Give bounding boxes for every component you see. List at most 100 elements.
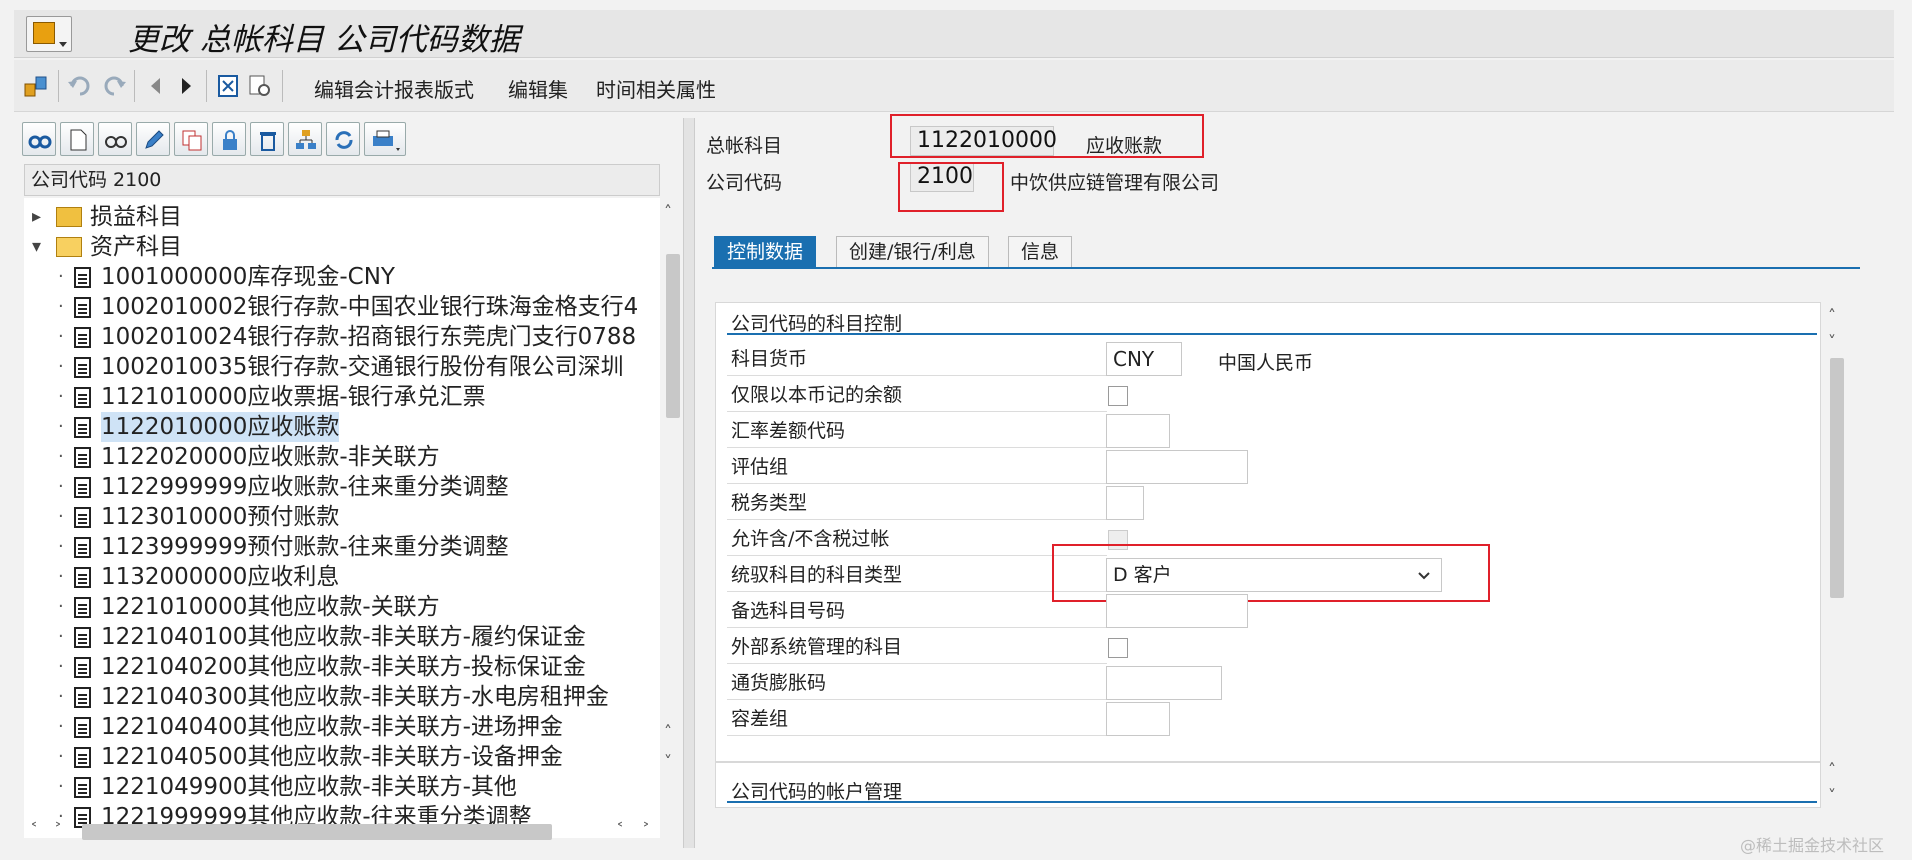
hierarchy-icon[interactable] [288,122,322,156]
tree-account-label: 1221040300其他应收款-非关联方-水电房租押金 [101,684,609,710]
create-icon[interactable] [60,122,94,156]
tree-account-row[interactable]: · 1002010035银行存款-交通银行股份有限公司深圳 [24,352,660,382]
tree-folder-label: 资产科目 [90,234,182,260]
exchange-rate-diff-field[interactable] [1106,414,1170,448]
redo-icon[interactable] [100,72,128,100]
tab-create-bank-interest[interactable]: 创建/银行/利息 [836,236,989,268]
tree-account-row[interactable]: · 1123010000预付账款 [24,502,660,532]
tree-account-row[interactable]: · 1221010000其他应收款-关联方 [24,592,660,622]
chevron-up-icon[interactable]: ˄ [664,202,672,221]
tree-account-row[interactable]: · 1221040400其他应收款-非关联方-进场押金 [24,712,660,742]
tree-connector: · [58,686,64,707]
tree-account-row[interactable]: · 1122010000应收账款 [24,412,660,442]
tree-account-row[interactable]: · 1132000000应收利息 [24,562,660,592]
external-system-checkbox[interactable] [1108,638,1128,658]
tree-account-row[interactable]: · 1122020000应收账款-非关联方 [24,442,660,472]
chevron-down-icon[interactable]: ˅ [1828,332,1836,351]
tab-control-data[interactable]: 控制数据 [714,236,817,268]
local-currency-only-checkbox[interactable] [1108,386,1128,406]
chevron-up-icon[interactable]: ˄ [1828,760,1836,779]
external-system-label: 外部系统管理的科目 [727,630,1107,664]
chevron-right-icon[interactable]: ˃ [54,820,62,839]
tree-account-row[interactable]: · 1221040300其他应收款-非关联方-水电房租押金 [24,682,660,712]
chevron-up-icon[interactable]: ˄ [664,722,672,741]
chevron-down-icon[interactable]: ▾ [32,232,41,262]
document-icon [74,747,91,768]
tree-connector: · [58,476,64,497]
tree-connector: · [58,716,64,737]
chevron-left-icon[interactable]: ˂ [30,820,38,839]
alternative-account-label: 备选科目号码 [727,594,1107,628]
next-icon[interactable] [172,72,200,100]
menu-edit-set[interactable]: 编辑集 [508,74,568,103]
chevron-down-icon[interactable]: ˅ [664,752,672,771]
page-title: 更改 总帐科目 公司代码数据 [128,22,520,58]
find-icon[interactable] [22,122,56,156]
menu-time-dependent[interactable]: 时间相关属性 [596,74,716,103]
inflation-key-field[interactable] [1106,666,1222,700]
company-code-label: 公司代码 [706,172,783,194]
refresh-icon[interactable] [326,122,360,156]
tree-account-row[interactable]: · 1221040500其他应收款-非关联方-设备押金 [24,742,660,772]
panel-vertical-scrollbar[interactable]: ˄ ˅ ˄ ˅ [1826,302,1846,810]
tree-connector: · [58,656,64,677]
edit-icon[interactable] [136,122,170,156]
tree-account-label: 1221040500其他应收款-非关联方-设备押金 [101,744,563,770]
valuation-group-field[interactable] [1106,450,1248,484]
undo-icon[interactable] [66,72,94,100]
scrollbar-thumb[interactable] [82,824,552,840]
tax-category-field[interactable] [1106,486,1144,520]
chevron-right-icon[interactable]: ˃ [642,820,650,839]
prev-icon[interactable] [142,72,170,100]
tree-account-row[interactable]: · 1121010000应收票据-银行承兑汇票 [24,382,660,412]
tree-connector: · [58,296,64,317]
tree-account-row[interactable]: · 1002010002银行存款-中国农业银行珠海金格支行4 [24,292,660,322]
display-icon[interactable] [98,122,132,156]
tab-information[interactable]: 信息 [1008,236,1073,268]
tree-connector: · [58,446,64,467]
tree-account-row[interactable]: · 1122999999应收账款-往来重分类调整 [24,472,660,502]
account-tree: ▸ 损益科目 ▾ 资产科目 · 1001000000库存现金-CNY · 100201… [24,198,660,838]
tolerance-group-field[interactable] [1106,702,1170,736]
tree-account-label: 1221040200其他应收款-非关联方-投标保证金 [101,654,586,680]
switch-icon[interactable] [22,72,50,100]
document-icon [74,327,91,348]
account-currency-desc: 中国人民币 [1218,352,1314,374]
chevron-left-icon[interactable]: ˂ [616,820,624,839]
scrollbar-thumb[interactable] [666,254,680,418]
account-currency-field[interactable]: CNY [1106,342,1182,376]
section-divider [727,801,1817,803]
tree-connector: · [58,746,64,767]
copy-icon[interactable] [174,122,208,156]
tree-horizontal-scrollbar[interactable]: ˂ ˃ ˂ ˃ [26,820,666,842]
document-icon [74,447,91,468]
tree-connector: · [58,326,64,347]
menu-edit-fs-version[interactable]: 编辑会计报表版式 [314,74,474,103]
highlight-box [890,114,1204,158]
tree-folder-assets[interactable]: ▾ 资产科目 [24,232,660,262]
alternative-account-field[interactable] [1106,594,1248,628]
application-toolbar: 编辑会计报表版式 编辑集 时间相关属性 [14,60,1894,112]
print-preview-icon[interactable] [246,72,274,100]
chevron-right-icon[interactable]: ▸ [32,202,41,232]
panel-splitter[interactable] [683,118,695,848]
tree-vertical-scrollbar[interactable]: ˄ ˄ ˅ [662,196,682,816]
tree-account-row[interactable]: · 1001000000库存现金-CNY [24,262,660,292]
chevron-up-icon[interactable]: ˄ [1828,306,1836,325]
chevron-down-icon[interactable]: ˅ [1828,786,1836,805]
lock-icon[interactable] [212,122,246,156]
document-icon [74,297,91,318]
delete-icon[interactable] [250,122,284,156]
tree-account-row[interactable]: · 1221040200其他应收款-非关联方-投标保证金 [24,652,660,682]
scrollbar-thumb[interactable] [1830,358,1844,598]
tree-account-row[interactable]: · 1123999999预付账款-往来重分类调整 [24,532,660,562]
tree-account-row[interactable]: · 1221049900其他应收款-非关联方-其他 [24,772,660,802]
tree-folder-pl[interactable]: ▸ 损益科目 [24,202,660,232]
document-icon [74,567,91,588]
system-menu-button[interactable] [26,16,72,52]
tree-account-row[interactable]: · 1221040100其他应收款-非关联方-履约保证金 [24,622,660,652]
tree-account-label: 1122999999应收账款-往来重分类调整 [101,474,509,500]
delete-icon[interactable] [214,72,242,100]
tree-account-row[interactable]: · 1002010024银行存款-招商银行东莞虎门支行0788 [24,322,660,352]
print-icon[interactable] [364,122,406,156]
